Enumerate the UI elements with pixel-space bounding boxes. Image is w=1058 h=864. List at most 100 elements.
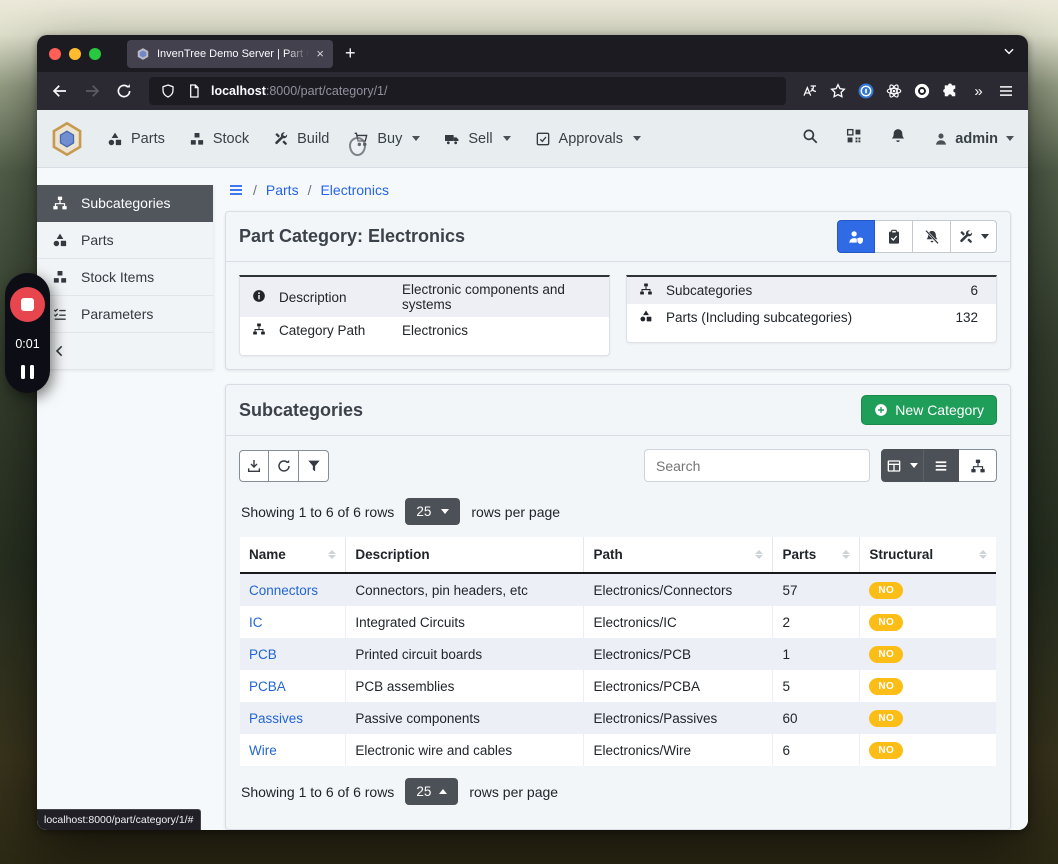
category-options-button[interactable]	[951, 220, 997, 253]
columns-select-button[interactable]	[881, 449, 923, 482]
reload-icon[interactable]	[111, 78, 137, 104]
extension-puzzle-icon[interactable]	[938, 78, 962, 104]
structural-badge: NO	[869, 614, 903, 631]
atom-extension-icon[interactable]	[882, 78, 906, 104]
url-bar[interactable]: localhost:8000/part/category/1/	[149, 77, 786, 105]
search-input[interactable]	[644, 449, 870, 482]
page-size-dropdown[interactable]: 25	[405, 778, 458, 805]
browser-toolbar-icons: »	[798, 78, 1018, 104]
download-button[interactable]	[239, 450, 269, 482]
shield-icon[interactable]	[159, 78, 177, 104]
barcode-scan-icon[interactable]	[845, 127, 863, 150]
structural-badge: NO	[869, 582, 903, 599]
overflow-menu-icon[interactable]: »	[966, 78, 990, 104]
tab-close-icon[interactable]: ×	[316, 46, 324, 61]
table-row: Passives Passive components Electronics/…	[240, 702, 996, 734]
admin-view-button[interactable]	[837, 220, 875, 253]
stop-recording-button[interactable]	[10, 287, 45, 322]
translate-icon[interactable]	[798, 78, 822, 104]
column-header-name[interactable]: Name	[240, 537, 346, 573]
cell-path: Electronics/Wire	[584, 734, 773, 766]
nav-item-parts[interactable]: Parts	[107, 131, 165, 147]
app-menu-icon[interactable]	[994, 78, 1018, 104]
caret-down-icon	[633, 136, 641, 141]
password-manager-icon[interactable]	[854, 78, 878, 104]
breadcrumb-link-parts[interactable]: Parts	[266, 182, 299, 198]
sidebar-item-subcategories[interactable]: Subcategories	[37, 185, 213, 222]
close-window-button[interactable]	[49, 48, 61, 60]
nav-item-sell[interactable]: Sell	[444, 131, 510, 147]
tree-view-button[interactable]	[959, 449, 997, 482]
new-category-button[interactable]: New Category	[861, 395, 997, 425]
search-icon[interactable]	[801, 127, 819, 150]
sidebar-item-parts[interactable]: Parts	[37, 222, 213, 259]
tab-list-chevron-icon[interactable]	[1002, 44, 1016, 63]
sort-icon[interactable]	[842, 550, 850, 559]
sidebar-label: Parts	[81, 232, 114, 248]
category-link[interactable]: PCB	[249, 647, 277, 662]
column-header-description[interactable]: Description	[346, 537, 584, 573]
bookmark-star-icon[interactable]	[826, 78, 850, 104]
structural-badge: NO	[869, 678, 903, 695]
clipboard-check-icon	[886, 229, 902, 245]
stocktake-button[interactable]	[875, 220, 913, 253]
new-category-label: New Category	[895, 402, 984, 418]
breadcrumb-link-electronics[interactable]: Electronics	[320, 182, 388, 198]
page-size-value: 25	[416, 784, 431, 799]
sort-icon[interactable]	[328, 550, 336, 559]
new-tab-button[interactable]: +	[345, 43, 356, 64]
column-header-structural[interactable]: Structural	[860, 537, 996, 573]
caret-down-icon	[981, 234, 989, 239]
list-view-button[interactable]	[923, 449, 959, 482]
sidebar-collapse-button[interactable]	[37, 333, 213, 370]
nav-item-approvals[interactable]: Approvals	[535, 131, 641, 147]
nav-item-build[interactable]: Build	[273, 131, 329, 147]
pause-recording-button[interactable]	[21, 365, 34, 379]
category-link[interactable]: PCBA	[249, 679, 286, 694]
table-row: PCBA PCB assemblies Electronics/PCBA 5 N…	[240, 670, 996, 702]
breadcrumb-separator: /	[253, 182, 257, 198]
caret-down-icon	[503, 136, 511, 141]
sort-icon[interactable]	[979, 550, 987, 559]
back-icon[interactable]	[47, 78, 73, 104]
category-link[interactable]: Wire	[249, 743, 277, 758]
page-size-dropdown[interactable]: 25	[405, 498, 460, 525]
ring-extension-icon[interactable]	[910, 78, 934, 104]
sort-icon[interactable]	[755, 550, 763, 559]
plus-circle-icon	[874, 403, 888, 417]
breadcrumb-menu-icon[interactable]	[228, 181, 244, 198]
refresh-icon	[276, 458, 292, 474]
sidebar-item-parameters[interactable]: Parameters	[37, 296, 213, 333]
column-header-parts[interactable]: Parts	[773, 537, 860, 573]
minimize-window-button[interactable]	[69, 48, 81, 60]
unsubscribe-bell-button[interactable]	[913, 220, 951, 253]
showing-rows-text: Showing 1 to 6 of 6 rows	[241, 784, 394, 800]
tab-favicon-icon	[136, 47, 150, 61]
filter-button[interactable]	[299, 450, 329, 482]
category-link[interactable]: Connectors	[249, 583, 318, 598]
nav-item-stock[interactable]: Stock	[189, 131, 249, 147]
recording-timer: 0:01	[15, 337, 39, 351]
category-link[interactable]: IC	[249, 615, 263, 630]
notifications-bell-icon[interactable]	[889, 127, 907, 150]
sidebar-item-stock-items[interactable]: Stock Items	[37, 259, 213, 296]
refresh-button[interactable]	[269, 450, 299, 482]
category-link[interactable]: Passives	[249, 711, 303, 726]
user-menu[interactable]: admin	[933, 131, 1014, 147]
table-header-row: Name Description Path Parts Structural	[240, 537, 996, 573]
structural-badge: NO	[869, 742, 903, 759]
nav-label: Build	[297, 131, 329, 147]
structural-badge: NO	[869, 710, 903, 727]
nav-label: Parts	[131, 131, 165, 147]
zoom-window-button[interactable]	[89, 48, 101, 60]
forward-icon[interactable]	[79, 78, 105, 104]
table-action-buttons	[239, 450, 329, 482]
cell-parts: 5	[773, 670, 860, 702]
column-header-path[interactable]: Path	[584, 537, 773, 573]
browser-tab[interactable]: InvenTree Demo Server | Part Ca ×	[127, 40, 333, 68]
page-info-icon[interactable]	[185, 78, 203, 104]
table-row: IC Integrated Circuits Electronics/IC 2 …	[240, 606, 996, 638]
inventree-logo-icon[interactable]	[51, 122, 83, 156]
bell-slash-icon	[924, 229, 940, 245]
subcategories-table: Name Description Path Parts Structural C…	[240, 537, 996, 766]
